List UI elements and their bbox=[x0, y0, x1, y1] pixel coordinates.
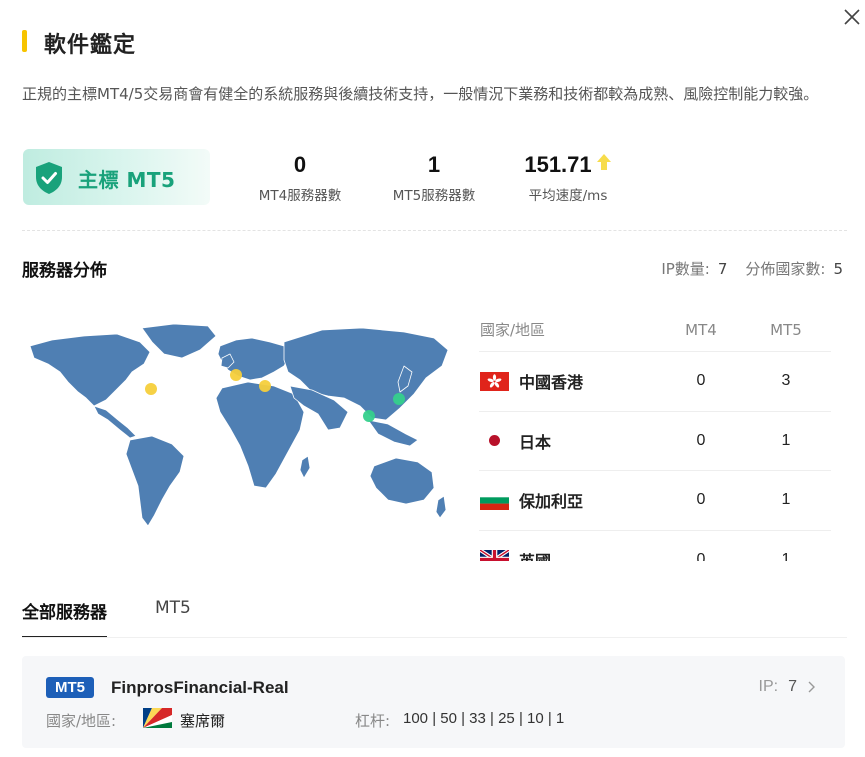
country-count-stat: 分佈國家數: 5 bbox=[745, 258, 843, 279]
server-tabs: 全部服務器 MT5 bbox=[22, 598, 239, 638]
country-mt5: 1 bbox=[781, 550, 791, 561]
mt4-server-label: MT4服務器數 bbox=[258, 188, 342, 204]
avg-speed-stat: 151.71 平均速度/ms bbox=[508, 150, 628, 204]
distribution-summary: IP數量: 7 分佈國家數: 5 bbox=[661, 258, 843, 279]
server-name: FinprosFinancial-Real bbox=[111, 678, 289, 697]
marker-hong-kong[interactable] bbox=[363, 410, 375, 422]
distribution-title: 服務器分佈 bbox=[22, 261, 107, 281]
country-name: 日本 bbox=[519, 432, 552, 452]
mt4-server-count: 0 bbox=[293, 152, 307, 177]
mt5-server-count: 1 bbox=[427, 152, 441, 177]
country-table-header: 國家/地區 MT4 MT5 bbox=[479, 308, 831, 352]
country-mt4: 0 bbox=[696, 491, 706, 509]
server-ip-count: 7 bbox=[788, 678, 797, 695]
country-row: 中國香港 0 3 bbox=[479, 352, 831, 412]
title-accent-bar bbox=[22, 30, 27, 52]
server-card[interactable]: MT5 FinprosFinancial-Real IP: 7 國家/地區: 塞… bbox=[22, 656, 845, 748]
server-ip-label: IP: bbox=[758, 678, 779, 695]
hong-kong-flag-icon bbox=[480, 371, 509, 391]
header-region: 國家/地區 bbox=[480, 321, 546, 339]
country-name: 英國 bbox=[519, 548, 551, 561]
country-row: 保加利亞 0 1 bbox=[479, 471, 831, 531]
page-description: 正規的主標MT4/5交易商會有健全的系統服務與後續技術支持，一般情況下業務和技術… bbox=[22, 85, 819, 103]
server-leverage-label: 杠杆: bbox=[355, 712, 391, 730]
uk-flag-icon bbox=[480, 550, 509, 561]
tabs-divider bbox=[22, 637, 847, 638]
shield-check-icon bbox=[36, 162, 62, 194]
marker-usa[interactable] bbox=[145, 383, 157, 395]
badge-label: 主標 MT5 bbox=[78, 168, 176, 192]
server-ip-link[interactable]: IP: 7 bbox=[759, 678, 817, 696]
close-button[interactable] bbox=[843, 8, 861, 26]
mt5-badge: 主標 MT5 bbox=[23, 149, 210, 205]
mt5-server-stat: 1 MT5服務器數 bbox=[374, 150, 494, 204]
seychelles-flag-icon bbox=[143, 708, 172, 728]
country-mt5: 1 bbox=[781, 431, 791, 449]
server-location: 塞席爾 bbox=[180, 712, 226, 730]
country-name: 保加利亞 bbox=[519, 492, 584, 512]
avg-speed-value: 151.71 bbox=[524, 152, 592, 177]
country-row: 日本 0 1 bbox=[479, 412, 831, 471]
country-count-value: 5 bbox=[833, 260, 843, 278]
section-divider bbox=[22, 230, 847, 231]
server-leverage: 100 | 50 | 33 | 25 | 10 | 1 bbox=[403, 710, 565, 727]
country-mt4: 0 bbox=[696, 550, 706, 561]
country-mt5: 3 bbox=[781, 372, 791, 390]
mt4-server-stat: 0 MT4服務器數 bbox=[240, 150, 360, 204]
marker-bulgaria[interactable] bbox=[259, 380, 271, 392]
header-mt5: MT5 bbox=[770, 320, 802, 339]
close-icon bbox=[844, 9, 860, 25]
country-name: 中國香港 bbox=[519, 373, 584, 393]
arrow-up-icon bbox=[596, 154, 611, 170]
world-map[interactable] bbox=[22, 316, 450, 530]
country-count-label: 分佈國家數: bbox=[745, 260, 826, 278]
chevron-right-icon bbox=[808, 681, 815, 693]
ip-count-stat: IP數量: 7 bbox=[661, 258, 727, 279]
marker-uk[interactable] bbox=[230, 369, 242, 381]
country-mt4: 0 bbox=[696, 372, 706, 390]
mt5-server-label: MT5服務器數 bbox=[392, 188, 476, 204]
server-type-tag: MT5 bbox=[46, 677, 94, 698]
bulgaria-flag-icon bbox=[480, 490, 509, 510]
header-mt4: MT4 bbox=[685, 320, 717, 339]
avg-speed-label: 平均速度/ms bbox=[528, 188, 608, 204]
country-row: 英國 0 1 bbox=[479, 531, 831, 561]
tab-all-servers[interactable]: 全部服務器 bbox=[22, 598, 107, 638]
ip-count-label: IP數量: bbox=[661, 260, 710, 278]
ip-count-value: 7 bbox=[717, 260, 728, 278]
marker-japan[interactable] bbox=[393, 393, 405, 405]
country-mt4: 0 bbox=[696, 431, 706, 449]
country-mt5: 1 bbox=[781, 491, 791, 509]
country-table[interactable]: 國家/地區 MT4 MT5 中國香港 0 3 日本 0 1 保加利亞 0 1 0… bbox=[479, 308, 831, 561]
page-title: 軟件鑑定 bbox=[44, 33, 137, 58]
server-location-label: 國家/地區: bbox=[46, 712, 117, 730]
japan-flag-icon bbox=[480, 431, 509, 451]
tab-mt5[interactable]: MT5 bbox=[155, 598, 191, 638]
